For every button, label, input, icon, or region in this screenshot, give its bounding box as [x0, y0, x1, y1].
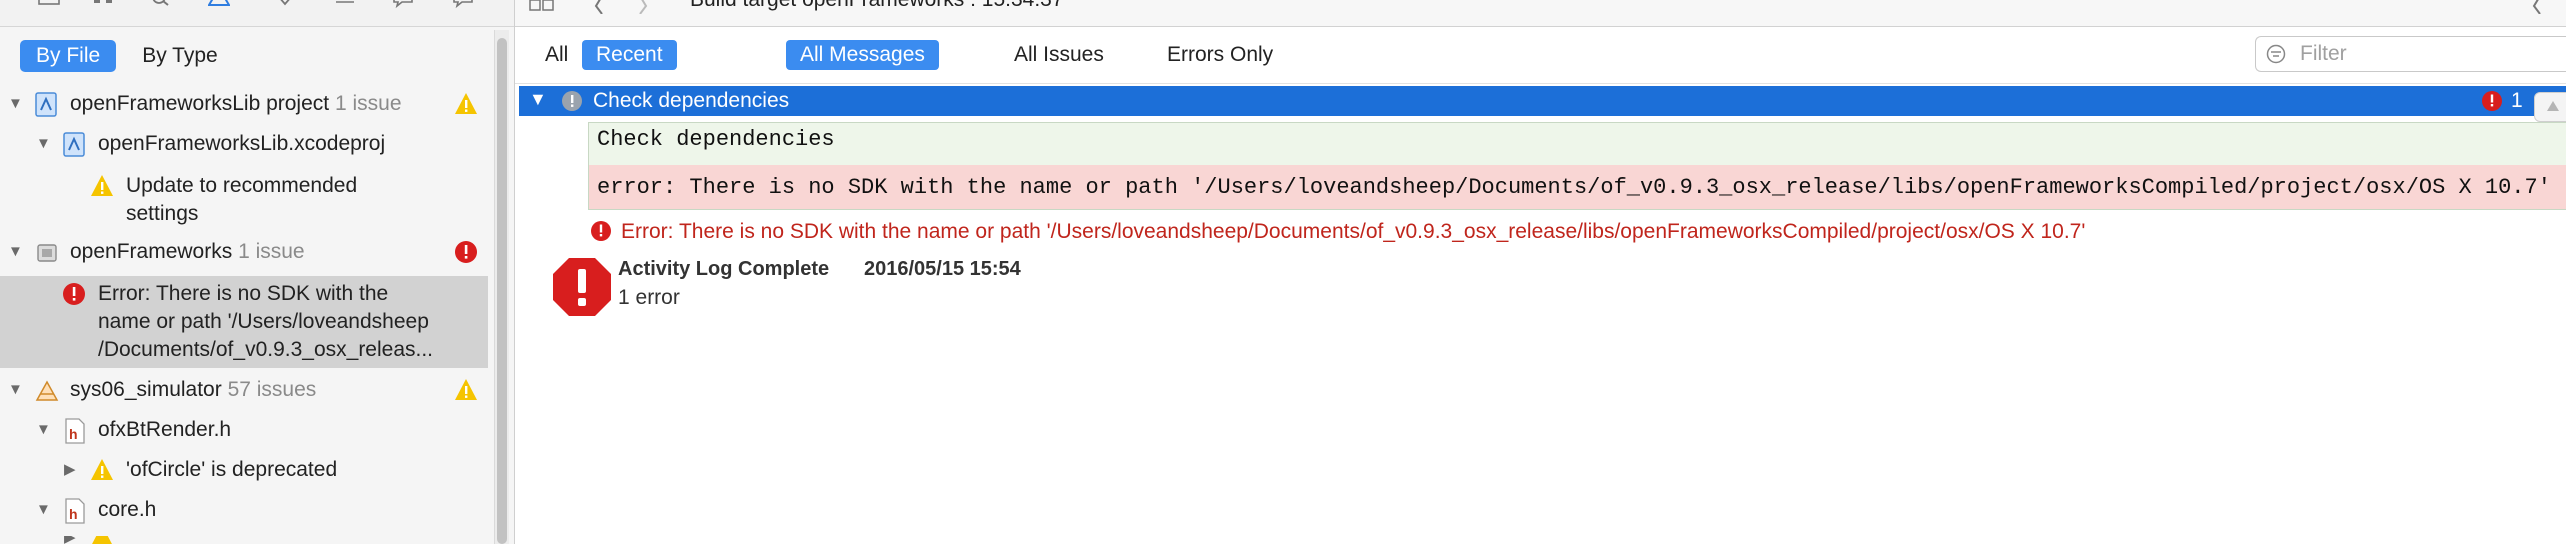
issue-text-line3: /Documents/of_v0.9.3_osx_releas...	[98, 338, 434, 361]
issue-count: 1 issue	[334, 92, 402, 115]
warning-tab-icon[interactable]	[208, 0, 230, 12]
log-editor: Build target openFrameworks : 15:34:37 A…	[515, 0, 2566, 544]
filter-all-messages-button[interactable]: All Messages	[786, 40, 939, 70]
info-icon	[562, 91, 582, 111]
issue-count: 57 issues	[227, 378, 317, 401]
xcode-project-icon	[63, 132, 85, 157]
hierarchy-icon[interactable]	[92, 0, 114, 12]
issue-navigator: By File By Type ▼ openFrameworksLib proj…	[0, 0, 515, 544]
comment-icon[interactable]	[452, 0, 474, 12]
xcode-project-icon	[35, 92, 57, 117]
warning-icon	[91, 459, 113, 480]
svg-text:h: h	[69, 506, 78, 522]
warning-icon	[91, 175, 113, 196]
file-name: core.h	[98, 498, 157, 521]
jump-bar: Build target openFrameworks : 15:34:37	[515, 0, 2566, 27]
grid-icon[interactable]	[529, 0, 555, 14]
command-output: Check dependencies error: There is no SD…	[588, 122, 2566, 210]
error-icon	[455, 241, 477, 263]
error-icon	[2482, 91, 2502, 111]
scroll-up-button[interactable]	[2534, 92, 2566, 122]
jump-bar-title[interactable]: Build target openFrameworks : 15:34:37	[690, 0, 1064, 12]
filter-icon[interactable]	[2266, 44, 2286, 64]
project-name: openFrameworksLib project	[70, 92, 330, 115]
warning-icon	[455, 93, 477, 114]
diamond-icon[interactable]	[274, 0, 296, 12]
issue-message[interactable]: Error: There is no SDK with the name or …	[621, 220, 2085, 244]
filter-recent-button[interactable]: Recent	[582, 40, 677, 70]
target-name: sys06_simulator	[70, 378, 222, 401]
tab-by-type[interactable]: By Type	[126, 40, 234, 72]
filter-field[interactable]	[2255, 36, 2566, 72]
warning-icon	[92, 536, 112, 544]
nav-row-issue-settings[interactable]: Update to recommended settings	[0, 172, 490, 230]
scope-bar: By File By Type	[20, 38, 234, 74]
disclosure-triangle-icon[interactable]: ▼	[8, 90, 23, 118]
target-name: openFrameworks	[70, 240, 233, 263]
warning-icon	[455, 379, 477, 400]
header-file-icon: h	[65, 418, 85, 444]
back-icon[interactable]	[591, 0, 607, 14]
list-icon[interactable]	[334, 0, 356, 12]
log-section-header[interactable]: ▼ Check dependencies 1	[519, 86, 2566, 122]
filter-errors-only-button[interactable]: Errors Only	[1153, 40, 1287, 70]
search-icon[interactable]	[150, 0, 172, 12]
error-icon	[591, 221, 611, 241]
file-name: ofxBtRender.h	[98, 418, 232, 441]
disclosure-triangle-icon[interactable]: ▼	[529, 89, 547, 110]
tab-by-file[interactable]: By File	[20, 40, 117, 72]
filter-all-issues-button[interactable]: All Issues	[1000, 40, 1118, 70]
command-line: Check dependencies	[597, 127, 835, 152]
comment-icon[interactable]	[392, 0, 414, 12]
issue-text-line2: settings	[126, 202, 199, 225]
filter-bar: All Recent All Messages All Issues Error…	[515, 27, 2566, 84]
nav-row-selected-error[interactable]: Error: There is no SDK with the name or …	[0, 276, 488, 368]
issue-text-line1: Error: There is no SDK with the	[98, 282, 389, 305]
back-icon[interactable]	[2529, 0, 2545, 14]
error-icon	[63, 283, 85, 305]
navigator-toolbar	[0, 0, 514, 27]
disclosure-triangle-icon[interactable]: ▶	[64, 456, 76, 484]
target-icon	[37, 244, 57, 262]
disclosure-triangle-icon[interactable]: ▼	[8, 238, 23, 266]
issue-text: 'ofCircle' is deprecated	[126, 458, 338, 481]
activity-date: 2016/05/15 15:54	[864, 258, 1021, 280]
section-title: Check dependencies	[593, 89, 790, 112]
disclosure-triangle-icon[interactable]: ▼	[36, 130, 51, 158]
xcode-project-icon	[35, 380, 59, 401]
filter-all-button[interactable]: All	[531, 40, 582, 70]
disclosure-triangle-icon[interactable]: ▶	[64, 536, 76, 544]
navigator-scrollbar[interactable]	[494, 30, 509, 544]
folder-icon[interactable]	[38, 0, 60, 12]
svg-text:h: h	[69, 426, 78, 442]
disclosure-triangle-icon[interactable]: ▼	[8, 376, 23, 404]
stop-sign-icon	[553, 258, 611, 316]
header-file-icon: h	[65, 498, 85, 524]
error-count: 1	[2511, 89, 2523, 112]
command-error-line: error: There is no SDK with the name or …	[597, 175, 2551, 200]
disclosure-triangle-icon[interactable]: ▼	[36, 416, 51, 444]
issue-text-line1: Update to recommended	[126, 174, 358, 197]
chevron-up-icon	[2547, 101, 2559, 111]
file-name: openFrameworksLib.xcodeproj	[98, 132, 386, 155]
nav-row-clipped: ▶	[0, 536, 490, 544]
scrollbar-thumb[interactable]	[497, 38, 507, 544]
issue-count: 1 issue	[238, 240, 305, 263]
activity-summary: 1 error	[618, 286, 680, 309]
forward-icon[interactable]	[635, 0, 651, 14]
filter-input[interactable]	[2298, 41, 2562, 67]
activity-title: Activity Log Complete	[618, 258, 830, 280]
issue-text-line2: name or path '/Users/loveandsheep	[98, 310, 429, 333]
disclosure-triangle-icon[interactable]: ▼	[36, 496, 51, 524]
